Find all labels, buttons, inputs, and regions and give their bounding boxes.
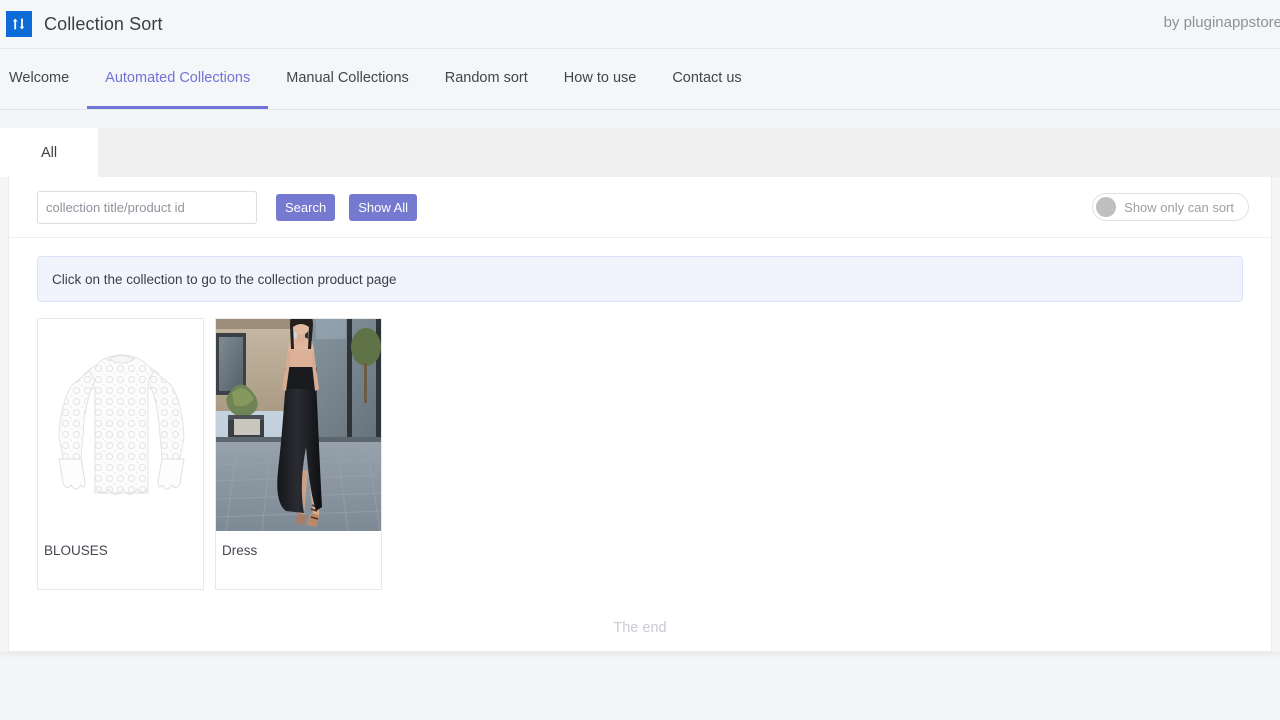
nav-item-automated-collections[interactable]: Automated Collections bbox=[87, 49, 268, 109]
collection-card[interactable]: Dress bbox=[215, 318, 382, 590]
toggle-label: Show only can sort bbox=[1124, 200, 1234, 215]
nav-item-how-to-use[interactable]: How to use bbox=[546, 49, 655, 109]
brand: Collection Sort bbox=[6, 11, 163, 37]
panel-body: Click on the collection to go to the col… bbox=[9, 238, 1271, 636]
nav-item-manual-collections[interactable]: Manual Collections bbox=[268, 49, 427, 109]
info-banner-text: Click on the collection to go to the col… bbox=[52, 272, 396, 287]
tab-strip: All bbox=[0, 128, 1280, 177]
by-line: by pluginappstore bbox=[1164, 14, 1280, 31]
collection-title: BLOUSES bbox=[38, 531, 203, 589]
page-title: Collection Sort bbox=[44, 14, 163, 35]
app-header: Collection Sort by pluginappstore bbox=[0, 0, 1280, 48]
content-panel: Search Show All Show only can sort Click… bbox=[8, 177, 1272, 652]
nav-item-contact-us[interactable]: Contact us bbox=[654, 49, 759, 109]
tab-strip-filler bbox=[98, 128, 1280, 177]
collection-thumbnail bbox=[38, 319, 203, 531]
nav-item-random-sort[interactable]: Random sort bbox=[427, 49, 546, 109]
collection-grid: BLOUSES bbox=[37, 318, 1243, 590]
tab-all[interactable]: All bbox=[0, 128, 98, 177]
tab-strip-area: All bbox=[0, 110, 1280, 177]
search-button[interactable]: Search bbox=[276, 194, 335, 221]
search-input[interactable] bbox=[37, 191, 257, 224]
info-banner: Click on the collection to go to the col… bbox=[37, 256, 1243, 302]
collection-title: Dress bbox=[216, 531, 381, 589]
collection-thumbnail bbox=[216, 319, 381, 531]
panel-bottom-shadow bbox=[0, 652, 1280, 664]
nav-item-welcome[interactable]: Welcome bbox=[0, 49, 87, 109]
main-navigation: Welcome Automated Collections Manual Col… bbox=[0, 48, 1280, 110]
end-of-list-text: The end bbox=[37, 620, 1243, 636]
sort-arrows-icon bbox=[6, 11, 32, 37]
collection-card[interactable]: BLOUSES bbox=[37, 318, 204, 590]
show-all-button[interactable]: Show All bbox=[349, 194, 417, 221]
show-only-can-sort-toggle[interactable]: Show only can sort bbox=[1092, 193, 1249, 221]
toggle-knob-icon bbox=[1096, 197, 1116, 217]
search-toolbar: Search Show All Show only can sort bbox=[9, 177, 1271, 238]
